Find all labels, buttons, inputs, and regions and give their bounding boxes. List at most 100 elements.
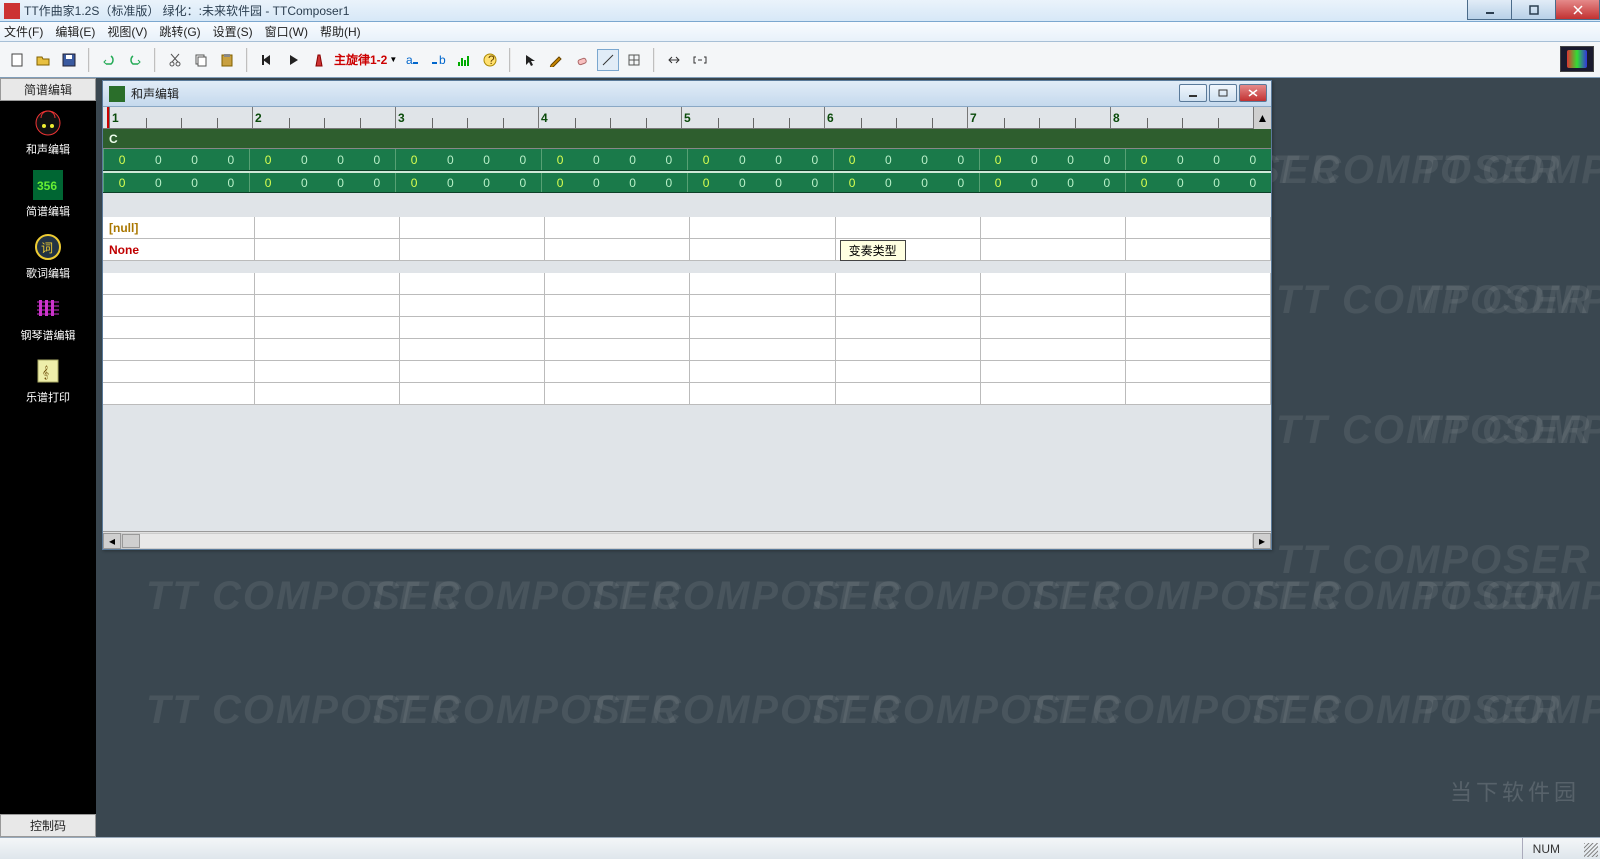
zero-cell[interactable]: 0	[359, 176, 395, 190]
ruler-bar[interactable]: 2	[252, 107, 395, 128]
zero-cell[interactable]: 0	[615, 153, 651, 167]
play-icon[interactable]	[282, 49, 304, 71]
redo-icon[interactable]	[124, 49, 146, 71]
zero-cell[interactable]: 0	[213, 176, 249, 190]
ruler-bar[interactable]: 5	[681, 107, 824, 128]
zero-cell[interactable]: 0	[432, 176, 468, 190]
grid-row[interactable]	[103, 339, 1271, 361]
eraser-icon[interactable]	[571, 49, 593, 71]
menu-jump[interactable]: 跳转(G)	[159, 23, 200, 40]
sidebar-item-numbered[interactable]: 356 简谱编辑	[0, 163, 96, 225]
scroll-track[interactable]	[121, 533, 1253, 549]
zero-cell[interactable]: 0	[797, 153, 833, 167]
zero-cell[interactable]: 0	[1089, 176, 1125, 190]
zero-cell[interactable]: 0	[870, 153, 906, 167]
zero-cell[interactable]: 0	[286, 153, 322, 167]
zero-cell[interactable]: 0	[1016, 153, 1052, 167]
zero-cell[interactable]: 0	[870, 176, 906, 190]
zero-cell[interactable]: 0	[1235, 153, 1271, 167]
ruler-bar[interactable]: 3	[395, 107, 538, 128]
new-icon[interactable]	[6, 49, 28, 71]
melody-selector[interactable]: 主旋律1-2▼	[334, 51, 397, 68]
zero-cell[interactable]: 0	[688, 153, 724, 167]
zero-cell[interactable]: 0	[396, 153, 432, 167]
grid-row[interactable]	[103, 361, 1271, 383]
resize-grip[interactable]	[1584, 843, 1598, 857]
zero-cell[interactable]: 0	[505, 153, 541, 167]
child-close-button[interactable]	[1239, 84, 1267, 102]
grid-row[interactable]	[103, 317, 1271, 339]
zero-cell[interactable]: 0	[250, 153, 286, 167]
zero-cell[interactable]: 0	[1126, 176, 1162, 190]
ruler-bar[interactable]: 4	[538, 107, 681, 128]
zero-cell[interactable]: 0	[177, 153, 213, 167]
zero-cell[interactable]: 0	[542, 176, 578, 190]
grid-row[interactable]	[103, 273, 1271, 295]
cut-icon[interactable]	[164, 49, 186, 71]
key-row[interactable]: C	[103, 129, 1271, 149]
h-scrollbar[interactable]: ◂ ▸	[103, 531, 1271, 549]
ruler-bar[interactable]: 7	[967, 107, 1110, 128]
zero-cell[interactable]: 0	[323, 153, 359, 167]
zero-cell[interactable]: 0	[834, 153, 870, 167]
close-button[interactable]	[1555, 0, 1600, 20]
child-maximize-button[interactable]	[1209, 84, 1237, 102]
velocity-row-2[interactable]: 00000000000000000000000000000000	[103, 171, 1271, 193]
child-titlebar[interactable]: 和声编辑	[103, 81, 1271, 107]
zero-cell[interactable]: 0	[578, 153, 614, 167]
zero-cell[interactable]: 0	[1016, 176, 1052, 190]
grid-row-null[interactable]: [null]	[103, 217, 1271, 239]
zero-cell[interactable]: 0	[834, 176, 870, 190]
velocity-row-1[interactable]: 00000000000000000000000000000000	[103, 149, 1271, 171]
sidebar-item-lyrics[interactable]: 词 歌词编辑	[0, 225, 96, 287]
zero-cell[interactable]: 0	[907, 153, 943, 167]
menu-settings[interactable]: 设置(S)	[213, 23, 253, 40]
zero-cell[interactable]: 0	[213, 153, 249, 167]
prev-icon[interactable]	[256, 49, 278, 71]
zero-cell[interactable]: 0	[469, 153, 505, 167]
zero-cell[interactable]: 0	[943, 153, 979, 167]
child-minimize-button[interactable]	[1179, 84, 1207, 102]
zero-cell[interactable]: 0	[1126, 153, 1162, 167]
zero-cell[interactable]: 0	[724, 176, 760, 190]
zero-cell[interactable]: 0	[1053, 176, 1089, 190]
grid-row[interactable]	[103, 383, 1271, 405]
zero-cell[interactable]: 0	[140, 176, 176, 190]
zero-cell[interactable]: 0	[651, 176, 687, 190]
zero-cell[interactable]: 0	[578, 176, 614, 190]
scroll-right-button[interactable]: ▸	[1253, 533, 1271, 549]
scroll-left-button[interactable]: ◂	[103, 533, 121, 549]
scroll-up-button[interactable]: ▲	[1253, 107, 1271, 129]
zero-cell[interactable]: 0	[1199, 153, 1235, 167]
menu-help[interactable]: 帮助(H)	[320, 23, 361, 40]
zero-cell[interactable]: 0	[1235, 176, 1271, 190]
zero-cell[interactable]: 0	[140, 153, 176, 167]
zero-cell[interactable]: 0	[761, 153, 797, 167]
zero-cell[interactable]: 0	[907, 176, 943, 190]
zero-cell[interactable]: 0	[761, 176, 797, 190]
menu-file[interactable]: 文件(F)	[4, 23, 43, 40]
zero-cell[interactable]: 0	[615, 176, 651, 190]
open-icon[interactable]	[32, 49, 54, 71]
zero-cell[interactable]: 0	[104, 176, 140, 190]
save-icon[interactable]	[58, 49, 80, 71]
sidebar-footer[interactable]: 控制码	[0, 814, 96, 837]
grid-row-none[interactable]: None 变奏类型	[103, 239, 1271, 261]
zero-cell[interactable]: 0	[688, 176, 724, 190]
maximize-button[interactable]	[1511, 0, 1556, 20]
minimize-button[interactable]	[1467, 0, 1512, 20]
zero-cell[interactable]: 0	[1162, 176, 1198, 190]
sidebar-item-print[interactable]: 𝄞 乐谱打印	[0, 349, 96, 411]
menu-edit[interactable]: 编辑(E)	[55, 23, 95, 40]
zero-cell[interactable]: 0	[980, 176, 1016, 190]
marker-b-icon[interactable]: b	[427, 49, 449, 71]
zero-cell[interactable]: 0	[250, 176, 286, 190]
marker-a-icon[interactable]: a	[401, 49, 423, 71]
zero-cell[interactable]: 0	[469, 176, 505, 190]
grid-row[interactable]	[103, 295, 1271, 317]
pointer-icon[interactable]	[519, 49, 541, 71]
sidebar-item-harmony[interactable]: 和声编辑	[0, 101, 96, 163]
ruler-bar[interactable]: 8	[1110, 107, 1253, 128]
zero-cell[interactable]: 0	[651, 153, 687, 167]
zero-cell[interactable]: 0	[1162, 153, 1198, 167]
